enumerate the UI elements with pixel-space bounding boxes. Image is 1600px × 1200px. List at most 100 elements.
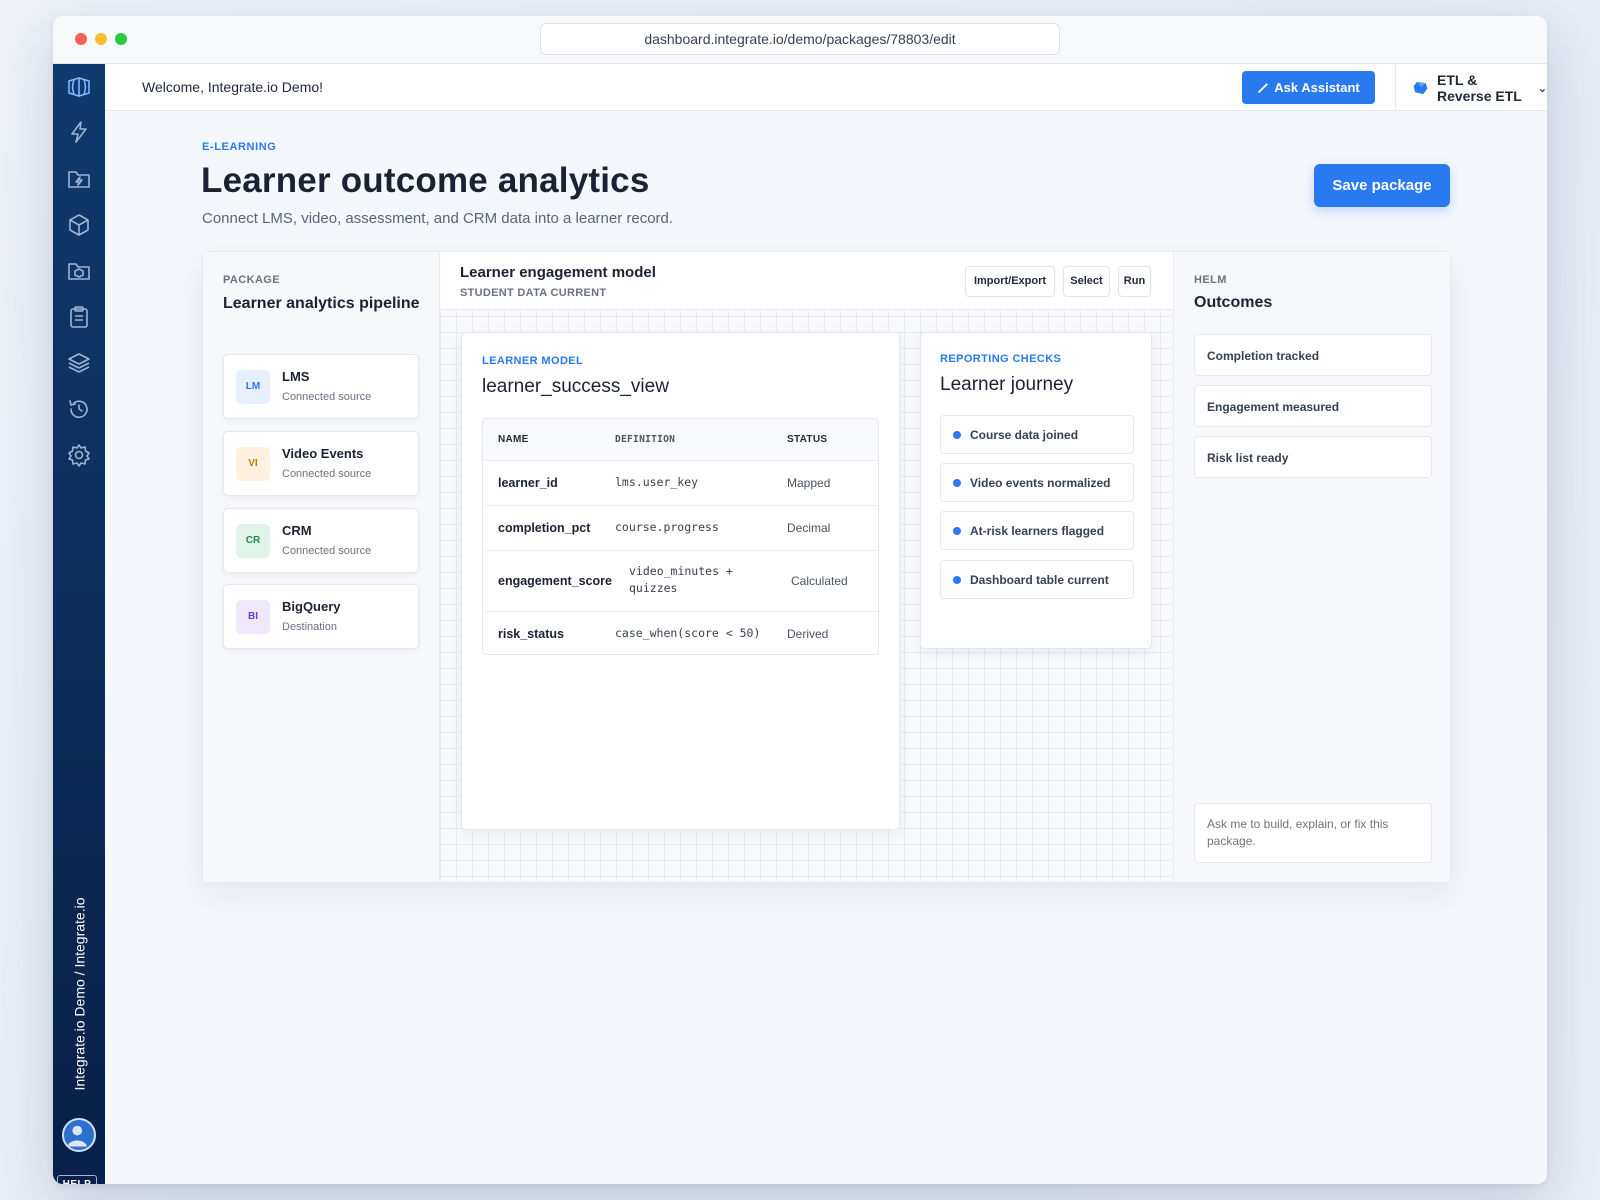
source-card-video-events[interactable]: VI Video Events Connected source [223, 431, 419, 496]
table-row[interactable]: risk_status case_when(score < 50) Derive… [483, 612, 878, 654]
outcome-label: Engagement measured [1207, 400, 1340, 414]
source-type: Connected source [282, 468, 372, 480]
table-header: NAME DEFINITION STATUS [483, 419, 878, 461]
status-dot-icon [953, 431, 961, 439]
history-icon[interactable] [66, 396, 92, 422]
helm-column: HELM Outcomes Completion tracked Engagem… [1173, 252, 1450, 882]
column-header-name: NAME [498, 434, 529, 445]
column-header-status: STATUS [787, 434, 828, 445]
package-column: PACKAGE Learner analytics pipeline LM LM… [203, 252, 440, 882]
outcome-item[interactable]: Engagement measured [1194, 385, 1432, 427]
learner-model-card[interactable]: LEARNER MODEL learner_success_view NAME … [461, 332, 900, 830]
folder-cube-icon[interactable] [66, 258, 92, 284]
avatar[interactable] [62, 1118, 96, 1152]
browser-titlebar: dashboard.integrate.io/demo/packages/788… [53, 16, 1547, 64]
field-name: engagement_score [498, 574, 612, 588]
page-subtitle: Connect LMS, video, assessment, and CRM … [202, 210, 674, 227]
package-title: Learner analytics pipeline [223, 295, 420, 312]
check-item[interactable]: Video events normalized [940, 463, 1134, 502]
checks-label: REPORTING CHECKS [940, 353, 1062, 365]
import-export-button[interactable]: Import/Export [965, 266, 1055, 297]
check-label: At-risk learners flagged [970, 524, 1105, 538]
check-label: Course data joined [970, 428, 1079, 442]
product-selector[interactable]: ETL & Reverse ETL ⌄ [1413, 72, 1547, 104]
cube-icon[interactable] [66, 212, 92, 238]
minimize-window-button[interactable] [95, 33, 107, 45]
account-name-label: Integrate.io Demo / Integrate.io [65, 879, 93, 1109]
source-name: LMS [282, 369, 310, 384]
field-definition: video_minutes + quizzes [629, 564, 733, 595]
field-status: Mapped [787, 476, 831, 490]
model-label: LEARNER MODEL [482, 355, 584, 367]
outcome-item[interactable]: Risk list ready [1194, 436, 1432, 478]
outcome-label: Completion tracked [1207, 349, 1320, 363]
help-button[interactable]: HELP [57, 1175, 97, 1184]
layers-icon[interactable] [66, 350, 92, 376]
account-name-text: Integrate.io Demo / Integrate.io [71, 897, 87, 1091]
welcome-message: Welcome, Integrate.io Demo! [142, 79, 324, 95]
select-button[interactable]: Select [1063, 266, 1110, 297]
destination-card-bigquery[interactable]: BI BigQuery Destination [223, 584, 419, 649]
table-row[interactable]: learner_id lms.user_key Mapped [483, 461, 878, 506]
folder-bolt-icon[interactable] [66, 166, 92, 192]
table-row[interactable]: engagement_score video_minutes + quizzes… [483, 551, 878, 612]
top-bar: Welcome, Integrate.io Demo! Ask Assistan… [105, 64, 1547, 111]
gear-icon[interactable] [66, 442, 92, 468]
source-badge: BI [236, 600, 270, 634]
chevron-down-icon: ⌄ [1537, 82, 1547, 95]
canvas-column: Learner engagement model STUDENT DATA CU… [440, 252, 1173, 882]
source-badge: VI [236, 447, 270, 481]
source-card-crm[interactable]: CR CRM Connected source [223, 508, 419, 573]
model-title: learner_success_view [482, 376, 669, 397]
canvas-header: Learner engagement model STUDENT DATA CU… [440, 252, 1173, 310]
source-badge: LM [236, 370, 270, 404]
field-name: learner_id [498, 476, 558, 490]
field-status: Calculated [791, 574, 848, 588]
checks-title: Learner journey [940, 374, 1074, 395]
source-badge: CR [236, 524, 270, 558]
source-type: Connected source [282, 545, 372, 557]
run-button[interactable]: Run [1118, 266, 1151, 297]
outcome-item[interactable]: Completion tracked [1194, 334, 1432, 376]
field-definition: case_when(score < 50) [615, 626, 761, 640]
table-row[interactable]: completion_pct course.progress Decimal [483, 506, 878, 551]
canvas-title: Learner engagement model [460, 264, 656, 281]
etl-logo-icon [1413, 81, 1428, 95]
address-bar[interactable]: dashboard.integrate.io/demo/packages/788… [540, 23, 1060, 55]
ask-assistant-button[interactable]: Ask Assistant [1242, 71, 1375, 104]
page-title: Learner outcome analytics [201, 161, 650, 200]
sidebar: Integrate.io Demo / Integrate.io HELP [53, 64, 105, 1184]
wand-icon [1258, 82, 1269, 93]
check-item[interactable]: At-risk learners flagged [940, 511, 1134, 550]
canvas-subtitle: STUDENT DATA CURRENT [460, 287, 607, 299]
check-label: Video events normalized [970, 476, 1111, 490]
topbar-divider [1395, 64, 1396, 111]
product-selector-label: ETL & Reverse ETL [1436, 72, 1522, 104]
field-status: Decimal [787, 521, 831, 535]
page-category: E-LEARNING [202, 141, 277, 153]
field-name: completion_pct [498, 521, 591, 535]
check-item[interactable]: Course data joined [940, 415, 1134, 454]
source-card-lms[interactable]: LM LMS Connected source [223, 354, 419, 419]
integrate-logo-icon[interactable] [66, 74, 92, 100]
helm-label: HELM [1194, 274, 1227, 286]
field-definition: course.progress [615, 520, 719, 534]
column-header-definition: DEFINITION [615, 434, 676, 445]
status-dot-icon [953, 527, 961, 535]
source-name: CRM [282, 523, 312, 538]
source-name: BigQuery [282, 599, 341, 614]
close-window-button[interactable] [75, 33, 87, 45]
outcome-label: Risk list ready [1207, 451, 1289, 465]
field-name: risk_status [498, 627, 565, 641]
check-item[interactable]: Dashboard table current [940, 560, 1134, 599]
save-package-button[interactable]: Save package [1314, 164, 1450, 207]
field-definition: lms.user_key [615, 475, 699, 489]
assistant-prompt-input[interactable] [1194, 803, 1432, 863]
check-label: Dashboard table current [970, 573, 1109, 587]
reporting-checks-card[interactable]: REPORTING CHECKS Learner journey Course … [920, 332, 1152, 649]
bolt-icon[interactable] [66, 119, 92, 145]
clipboard-icon[interactable] [66, 304, 92, 330]
ask-assistant-label: Ask Assistant [1274, 80, 1360, 95]
package-label: PACKAGE [223, 274, 280, 286]
maximize-window-button[interactable] [115, 33, 127, 45]
